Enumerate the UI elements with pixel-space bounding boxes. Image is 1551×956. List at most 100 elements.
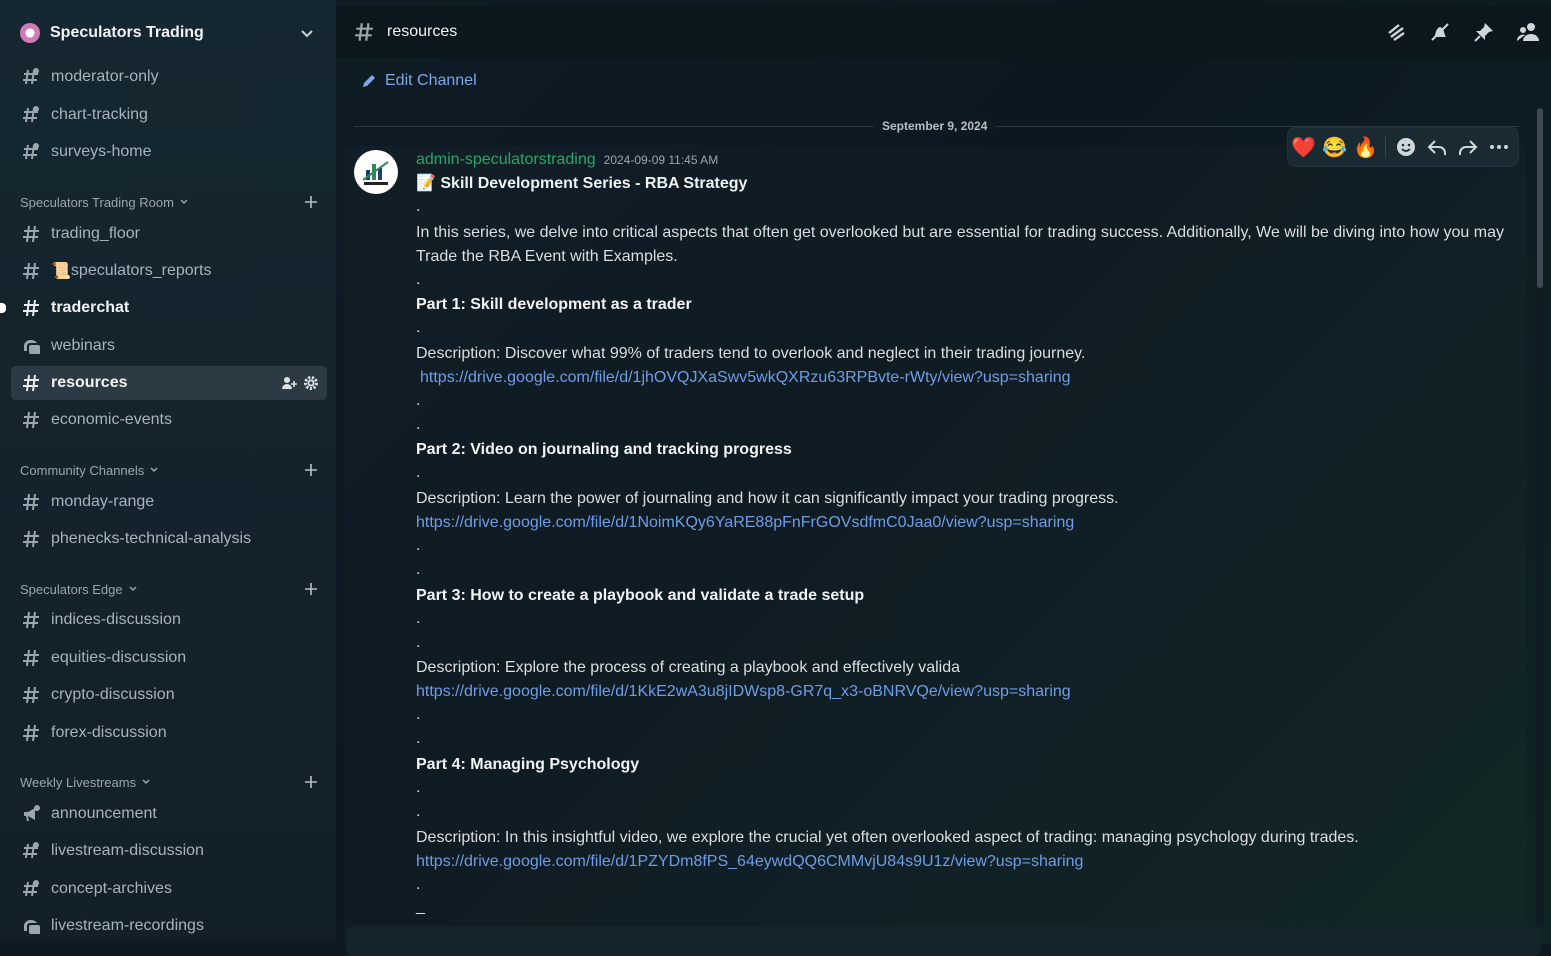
channel-chart-tracking[interactable]: chart-tracking xyxy=(11,98,327,132)
settings-gear-icon[interactable] xyxy=(303,375,319,391)
hash-icon xyxy=(21,685,41,705)
part-4-heading: Part 4: Managing Psychology xyxy=(416,756,640,773)
hash-icon xyxy=(21,529,41,549)
mute-notifications-icon[interactable] xyxy=(1429,21,1451,43)
category-speculators-trading-room[interactable]: Speculators Trading Room xyxy=(20,192,326,212)
channel-title: resources xyxy=(387,23,458,40)
channel-label: surveys-home xyxy=(51,143,152,160)
author-name[interactable]: admin-speculatorstrading xyxy=(416,151,596,169)
more-options-button[interactable] xyxy=(1483,131,1514,163)
part-2-link[interactable]: https://drive.google.com/file/d/1NoimKQy… xyxy=(416,511,1516,535)
reaction-fire[interactable]: 🔥 xyxy=(1350,131,1381,163)
channel-label: trading_floor xyxy=(51,225,140,242)
channel-resources[interactable]: resources xyxy=(11,366,327,400)
edit-channel-label: Edit Channel xyxy=(385,72,477,89)
add-channel-icon[interactable] xyxy=(304,775,318,789)
message-intro: In this series, we delve into critical a… xyxy=(416,224,1504,265)
chat-main: resources Edit Channel September 9, 2024… xyxy=(336,0,1551,956)
add-channel-icon[interactable] xyxy=(304,463,318,477)
channel-crypto-discussion[interactable]: crypto-discussion xyxy=(11,678,327,712)
message-title-text: Skill Development Series - RBA Strategy xyxy=(440,175,748,192)
channel-label: speculators_reports xyxy=(70,262,212,279)
part-1-link[interactable]: https://drive.google.com/file/d/1jhOVQJX… xyxy=(420,366,1520,390)
part-2-description: Description: Learn the power of journali… xyxy=(416,490,1119,507)
channel-traderchat[interactable]: traderchat xyxy=(11,291,327,325)
speculators-logo-icon xyxy=(362,161,389,185)
channel-label: phenecks-technical-analysis xyxy=(51,530,252,547)
channel-trading-floor[interactable]: trading_floor xyxy=(11,217,327,251)
message-actions-toolbar: ❤️ 😂 🔥 xyxy=(1288,128,1518,166)
scrollbar-thumb[interactable] xyxy=(1537,108,1543,288)
channel-forex-discussion[interactable]: forex-discussion xyxy=(11,716,327,750)
channel-phenecks-technical-analysis[interactable]: phenecks-technical-analysis xyxy=(11,522,327,556)
edit-channel-link[interactable]: Edit Channel xyxy=(361,72,477,90)
category-label: Speculators Edge xyxy=(20,581,123,597)
hash-icon xyxy=(21,410,41,430)
forward-button[interactable] xyxy=(1452,131,1483,163)
hash-icon xyxy=(21,298,41,318)
add-channel-icon[interactable] xyxy=(304,582,318,596)
category-label: Community Channels xyxy=(20,462,145,478)
thread-channel-icon xyxy=(21,841,41,861)
spacer-dot: . xyxy=(416,803,421,820)
message-timestamp: 2024-09-09 11:45 AM xyxy=(603,153,719,167)
pencil-icon xyxy=(363,75,375,87)
add-reaction-button[interactable] xyxy=(1390,131,1421,163)
channel-surveys-home[interactable]: surveys-home xyxy=(11,135,327,169)
channel-indices-discussion[interactable]: indices-discussion xyxy=(11,603,327,637)
channel-label: livestream-discussion xyxy=(51,842,204,859)
category-speculators-edge[interactable]: Speculators Edge xyxy=(20,579,326,599)
reply-button[interactable] xyxy=(1421,131,1452,163)
member-list-icon[interactable] xyxy=(1517,21,1539,43)
date-divider: September 9, 2024 xyxy=(874,119,996,133)
part-4-link[interactable]: https://drive.google.com/file/d/1PZYDm8f… xyxy=(416,850,1516,874)
threads-icon[interactable] xyxy=(1385,21,1407,43)
channel-label: traderchat xyxy=(51,299,130,316)
channel-equities-discussion[interactable]: equities-discussion xyxy=(11,641,327,675)
channel-label: economic-events xyxy=(51,411,172,428)
channel-monday-range[interactable]: monday-range xyxy=(11,485,327,519)
channel-label: forex-discussion xyxy=(51,724,167,741)
category-label: Weekly Livestreams xyxy=(20,774,137,790)
forum-channel-icon xyxy=(21,916,41,936)
channel-webinars[interactable]: webinars xyxy=(11,329,327,363)
part-3-description: Description: Explore the process of crea… xyxy=(416,659,961,676)
message-composer[interactable] xyxy=(346,926,1541,956)
spacer-dot: . xyxy=(416,730,421,747)
channel-speculators-reports[interactable]: 📜 speculators_reports xyxy=(11,254,327,288)
channel-economic-events[interactable]: economic-events xyxy=(11,403,327,437)
pinned-messages-icon[interactable] xyxy=(1473,21,1495,43)
reaction-laugh[interactable]: 😂 xyxy=(1319,131,1350,163)
thread-channel-icon xyxy=(21,105,41,125)
part-3-link[interactable]: https://drive.google.com/file/d/1KkE2wA3… xyxy=(416,680,1516,704)
category-label: Speculators Trading Room xyxy=(20,194,174,210)
spacer-dot: . xyxy=(416,464,421,481)
thread-channel-icon xyxy=(21,67,41,87)
spacer-dot: . xyxy=(416,198,421,215)
category-weekly-livestreams[interactable]: Weekly Livestreams xyxy=(20,772,326,792)
scroll-emoji: 📜 xyxy=(51,263,71,280)
channel-label: concept-archives xyxy=(51,880,172,897)
chevron-down-icon[interactable] xyxy=(300,26,314,40)
hash-icon xyxy=(21,648,41,668)
spacer-dot: . xyxy=(416,610,421,627)
trailing-dash: _ xyxy=(416,898,425,915)
channel-concept-archives[interactable]: concept-archives xyxy=(11,872,327,906)
create-invite-icon[interactable] xyxy=(281,375,297,391)
channel-announcement[interactable]: announcement xyxy=(11,797,327,831)
channel-sidebar: Speculators Trading moderator-only chart… xyxy=(0,0,336,944)
part-3-heading: Part 3: How to create a playbook and val… xyxy=(416,587,865,604)
message-title: 📝 Skill Development Series - RBA Strateg… xyxy=(416,172,1516,196)
avatar[interactable] xyxy=(354,150,398,194)
thread-channel-icon xyxy=(21,142,41,162)
part-4-description: Description: In this insightful video, w… xyxy=(416,829,1359,846)
spacer-dot: . xyxy=(416,634,421,651)
add-channel-icon[interactable] xyxy=(304,195,318,209)
forward-icon xyxy=(1458,140,1477,155)
channel-livestream-discussion[interactable]: livestream-discussion xyxy=(11,834,327,868)
reaction-heart[interactable]: ❤️ xyxy=(1288,131,1319,163)
thread-channel-icon xyxy=(21,879,41,899)
channel-moderator-only[interactable]: moderator-only xyxy=(11,60,327,94)
category-community-channels[interactable]: Community Channels xyxy=(20,460,326,480)
server-header[interactable]: Speculators Trading xyxy=(10,12,326,54)
